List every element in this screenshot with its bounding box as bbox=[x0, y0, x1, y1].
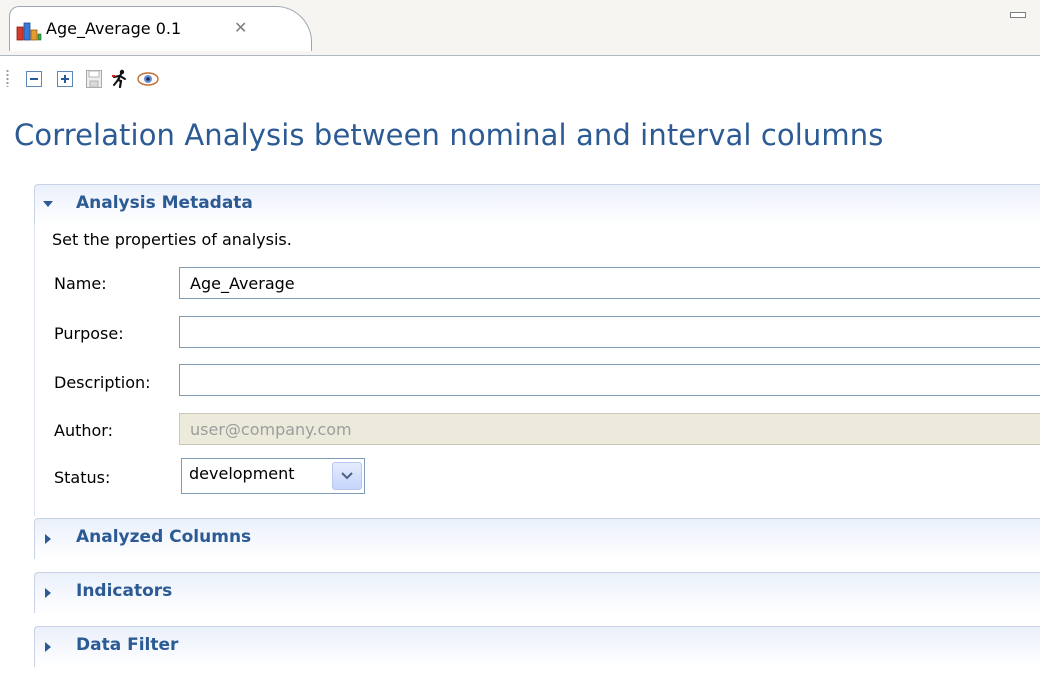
editor-tab[interactable]: Age_Average 0.1 ✕ bbox=[9, 6, 312, 51]
status-value: development bbox=[189, 464, 295, 483]
bar-chart-icon bbox=[16, 22, 42, 41]
chevron-right-icon[interactable] bbox=[43, 588, 53, 598]
status-label: Status: bbox=[54, 468, 111, 487]
section-header-analysis-metadata[interactable]: Analysis Metadata bbox=[34, 184, 1040, 225]
section-title: Analysis Metadata bbox=[76, 193, 253, 213]
editor-tab-bar: Age_Average 0.1 ✕ bbox=[0, 0, 1040, 56]
chevron-right-icon[interactable] bbox=[43, 534, 53, 544]
section-title: Data Filter bbox=[76, 635, 179, 655]
tab-title: Age_Average 0.1 bbox=[46, 19, 182, 38]
minimize-icon[interactable] bbox=[1010, 10, 1026, 19]
name-label: Name: bbox=[54, 274, 107, 293]
expand-all-icon[interactable] bbox=[55, 69, 75, 89]
run-icon[interactable] bbox=[110, 69, 130, 89]
chevron-right-icon[interactable] bbox=[43, 642, 53, 652]
description-field[interactable] bbox=[179, 364, 1040, 396]
section-header-data-filter[interactable]: Data Filter bbox=[34, 626, 1040, 667]
status-dropdown-button[interactable] bbox=[332, 462, 362, 490]
author-label: Author: bbox=[54, 421, 113, 440]
section-description: Set the properties of analysis. bbox=[52, 230, 292, 249]
chevron-down-icon[interactable] bbox=[43, 199, 53, 209]
eye-icon[interactable] bbox=[136, 69, 160, 89]
section-border bbox=[34, 216, 35, 516]
editor-toolbar bbox=[0, 57, 1040, 97]
toolbar-grip[interactable] bbox=[6, 69, 9, 87]
section-header-indicators[interactable]: Indicators bbox=[34, 572, 1040, 613]
author-field bbox=[179, 413, 1040, 445]
name-field[interactable] bbox=[179, 267, 1040, 299]
section-title: Indicators bbox=[76, 581, 173, 601]
collapse-all-icon[interactable] bbox=[24, 69, 44, 89]
close-icon[interactable]: ✕ bbox=[234, 18, 247, 37]
section-header-analyzed-columns[interactable]: Analyzed Columns bbox=[34, 518, 1040, 559]
chevron-down-icon bbox=[341, 472, 353, 480]
status-select[interactable]: development bbox=[181, 458, 365, 494]
purpose-label: Purpose: bbox=[54, 324, 124, 343]
section-title: Analyzed Columns bbox=[76, 527, 252, 547]
save-icon bbox=[86, 70, 102, 88]
description-label: Description: bbox=[54, 373, 151, 392]
page-title: Correlation Analysis between nominal and… bbox=[14, 118, 884, 152]
purpose-field[interactable] bbox=[179, 316, 1040, 348]
